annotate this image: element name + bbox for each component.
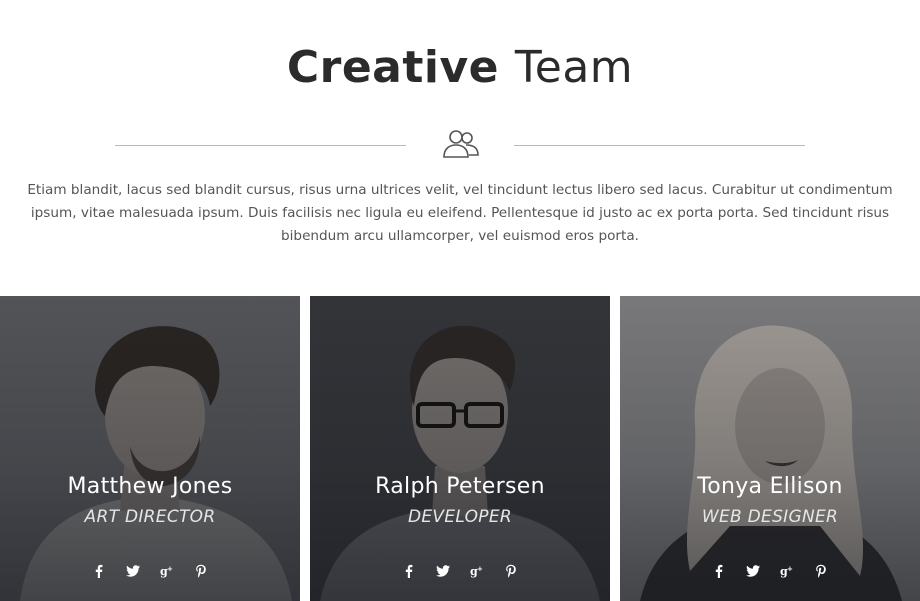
facebook-icon[interactable]: [82, 561, 116, 581]
card-overlay: [310, 296, 610, 601]
member-name: Matthew Jones: [67, 474, 233, 499]
social-links: g +: [310, 561, 610, 581]
svg-text:+: +: [167, 565, 173, 573]
pinterest-icon[interactable]: [804, 561, 838, 581]
team-card-matthew-jones[interactable]: Matthew Jones ART DIRECTOR g +: [0, 296, 300, 601]
twitter-icon[interactable]: [736, 561, 770, 581]
svg-text:+: +: [787, 565, 793, 573]
twitter-icon[interactable]: [116, 561, 150, 581]
divider-left: [115, 145, 406, 146]
social-links: g +: [620, 561, 920, 581]
section-title-light: Team: [514, 42, 634, 93]
facebook-icon[interactable]: [392, 561, 426, 581]
team-card-ralph-petersen[interactable]: Ralph Petersen DEVELOPER g +: [310, 296, 610, 601]
member-role: DEVELOPER: [407, 507, 513, 527]
google-plus-icon[interactable]: g +: [460, 561, 494, 581]
member-name: Ralph Petersen: [375, 474, 545, 499]
member-role: ART DIRECTOR: [84, 507, 216, 527]
google-plus-icon[interactable]: g +: [150, 561, 184, 581]
intro-paragraph: Etiam blandit, lacus sed blandit cursus,…: [27, 182, 893, 244]
member-role: WEB DESIGNER: [701, 507, 839, 527]
section-title-bold: Creative: [286, 42, 500, 93]
pinterest-icon[interactable]: [494, 561, 528, 581]
card-overlay: [0, 296, 300, 601]
card-overlay: [620, 296, 920, 601]
pinterest-icon[interactable]: [184, 561, 218, 581]
google-plus-icon[interactable]: g +: [770, 561, 804, 581]
section-title: Creative Team: [0, 40, 920, 96]
member-name: Tonya Ellison: [697, 474, 843, 499]
social-links: g +: [0, 561, 300, 581]
twitter-icon[interactable]: [426, 561, 460, 581]
team-users-icon: [443, 130, 479, 158]
team-card-tonya-ellison[interactable]: Tonya Ellison WEB DESIGNER g +: [620, 296, 920, 601]
svg-text:+: +: [477, 565, 483, 573]
facebook-icon[interactable]: [702, 561, 736, 581]
divider-right: [514, 145, 805, 146]
